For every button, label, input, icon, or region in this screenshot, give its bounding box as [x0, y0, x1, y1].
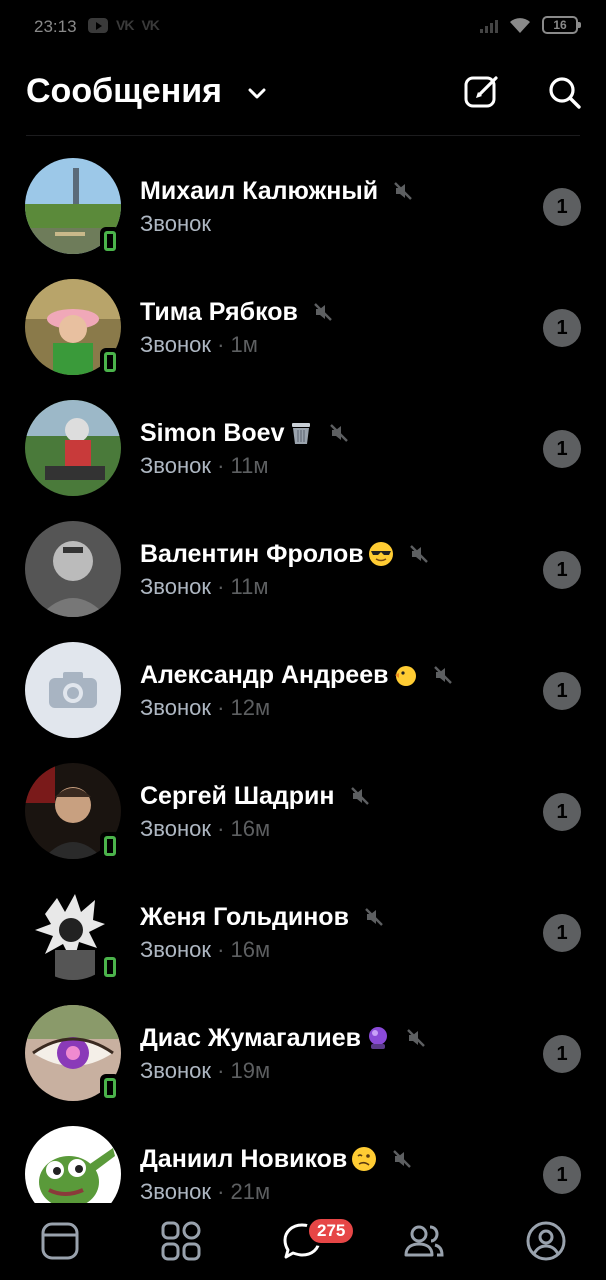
- chat-item[interactable]: Александр Андреев Звонок · 12м 1: [0, 629, 606, 750]
- signal-icon: [480, 17, 498, 33]
- last-message: Звонок: [140, 332, 211, 357]
- header-divider: [26, 135, 580, 136]
- profile-icon[interactable]: [524, 1219, 568, 1263]
- last-message: Звонок: [140, 574, 211, 599]
- unread-counter: 1: [543, 914, 581, 952]
- message-time: · 19м: [210, 1058, 271, 1083]
- chat-item[interactable]: Тима Рябков Звонок · 1м 1: [0, 266, 606, 387]
- unread-counter: 1: [543, 1156, 581, 1194]
- last-message: Звонок: [140, 453, 211, 478]
- muted-icon: [350, 787, 369, 805]
- wastebasket-emoji-icon: [292, 423, 311, 444]
- muted-icon: [314, 303, 332, 321]
- header: Сообщения: [0, 60, 606, 136]
- last-message: Звонок: [140, 1058, 211, 1083]
- chat-item[interactable]: Михаил Калюжный Звонок 1: [0, 145, 606, 266]
- chat-name: Женя Гольдинов: [140, 902, 349, 931]
- sunglasses-emoji-icon: [368, 542, 393, 566]
- notification-icons: VK VK: [88, 17, 160, 33]
- muted-icon: [365, 908, 383, 926]
- page-title[interactable]: Сообщения: [26, 72, 222, 111]
- last-message: Звонок: [140, 1179, 211, 1203]
- online-mobile-icon: [100, 832, 120, 860]
- messages-badge: 275: [306, 1216, 357, 1246]
- online-mobile-icon: [100, 1074, 120, 1102]
- unread-counter: 1: [543, 430, 581, 468]
- message-time: · 11м: [210, 574, 269, 599]
- unread-counter: 1: [543, 551, 581, 589]
- message-time: · 12м: [210, 695, 271, 720]
- chat-name: Михаил Калюжный: [140, 176, 379, 205]
- chat-item[interactable]: Диас Жумагалиев Звонок · 19м 1: [0, 992, 606, 1113]
- message-time: · 1м: [210, 332, 258, 357]
- muted-icon: [330, 424, 349, 442]
- avatar[interactable]: [25, 400, 121, 496]
- unread-counter: 1: [543, 309, 581, 347]
- services-icon[interactable]: [159, 1219, 203, 1263]
- online-mobile-icon: [100, 227, 120, 255]
- system-icons: 16: [480, 16, 581, 34]
- avatar[interactable]: [25, 1126, 121, 1203]
- woozy-face-emoji-icon: [352, 1147, 377, 1171]
- muted-icon: [407, 1029, 425, 1047]
- message-time: · 16м: [210, 816, 271, 841]
- muted-icon: [394, 182, 412, 200]
- chat-item[interactable]: Валентин Фролов Звонок · 11м 1: [0, 508, 606, 629]
- feed-icon[interactable]: [38, 1219, 82, 1263]
- online-mobile-icon: [100, 348, 120, 376]
- tab-bar: [0, 1203, 606, 1280]
- message-time: · 11м: [210, 453, 269, 478]
- avatar[interactable]: [25, 642, 121, 738]
- chat-item[interactable]: Simon Boev Звонок · 11м 1: [0, 387, 606, 508]
- unread-counter: 1: [543, 188, 581, 226]
- friends-icon[interactable]: [402, 1219, 446, 1263]
- last-message: Звонок: [140, 937, 211, 962]
- crystal-ball-emoji-icon: [369, 1027, 388, 1049]
- vk-icon: VK: [141, 17, 159, 33]
- chat-name: Александр Андреев: [140, 660, 389, 689]
- chat-name: Simon Boev: [140, 418, 285, 447]
- last-message: Звонок: [140, 816, 211, 841]
- chevron-down-icon[interactable]: [246, 82, 268, 104]
- last-message: Звонок: [140, 211, 211, 236]
- chat-name: Даниил Новиков: [140, 1144, 348, 1173]
- chat-item[interactable]: Сергей Шадрин Звонок · 16м 1: [0, 750, 606, 871]
- unread-counter: 1: [543, 1035, 581, 1073]
- online-mobile-icon: [100, 953, 120, 981]
- status-time: 23:13: [34, 17, 77, 36]
- muted-icon: [434, 666, 453, 684]
- chick-emoji-icon: [395, 666, 417, 686]
- battery-icon: 16: [542, 16, 581, 34]
- avatar[interactable]: [25, 521, 121, 617]
- message-time: · 21м: [210, 1179, 271, 1203]
- wifi-icon: [510, 18, 530, 33]
- muted-icon: [409, 545, 428, 563]
- message-time: · 16м: [210, 937, 271, 962]
- last-message: Звонок: [140, 695, 211, 720]
- compose-icon[interactable]: [462, 72, 502, 112]
- youtube-icon: [88, 17, 108, 33]
- chat-list[interactable]: Михаил Калюжный Звонок 1 Тима Рябков Зво…: [0, 145, 606, 1203]
- unread-counter: 1: [543, 672, 581, 710]
- chat-name: Тима Рябков: [140, 297, 298, 326]
- search-icon[interactable]: [546, 74, 584, 112]
- chat-name: Сергей Шадрин: [140, 781, 335, 810]
- unread-counter: 1: [543, 793, 581, 831]
- vk-icon: VK: [116, 17, 134, 33]
- chat-item[interactable]: Женя Гольдинов Звонок · 16м 1: [0, 871, 606, 992]
- status-bar: 23:13 VK VK 16: [0, 0, 606, 56]
- chat-name: Валентин Фролов: [140, 539, 364, 568]
- muted-icon: [393, 1150, 412, 1168]
- chat-name: Диас Жумагалиев: [140, 1023, 362, 1052]
- chat-item[interactable]: Даниил Новиков Звонок · 21м 1: [0, 1113, 606, 1203]
